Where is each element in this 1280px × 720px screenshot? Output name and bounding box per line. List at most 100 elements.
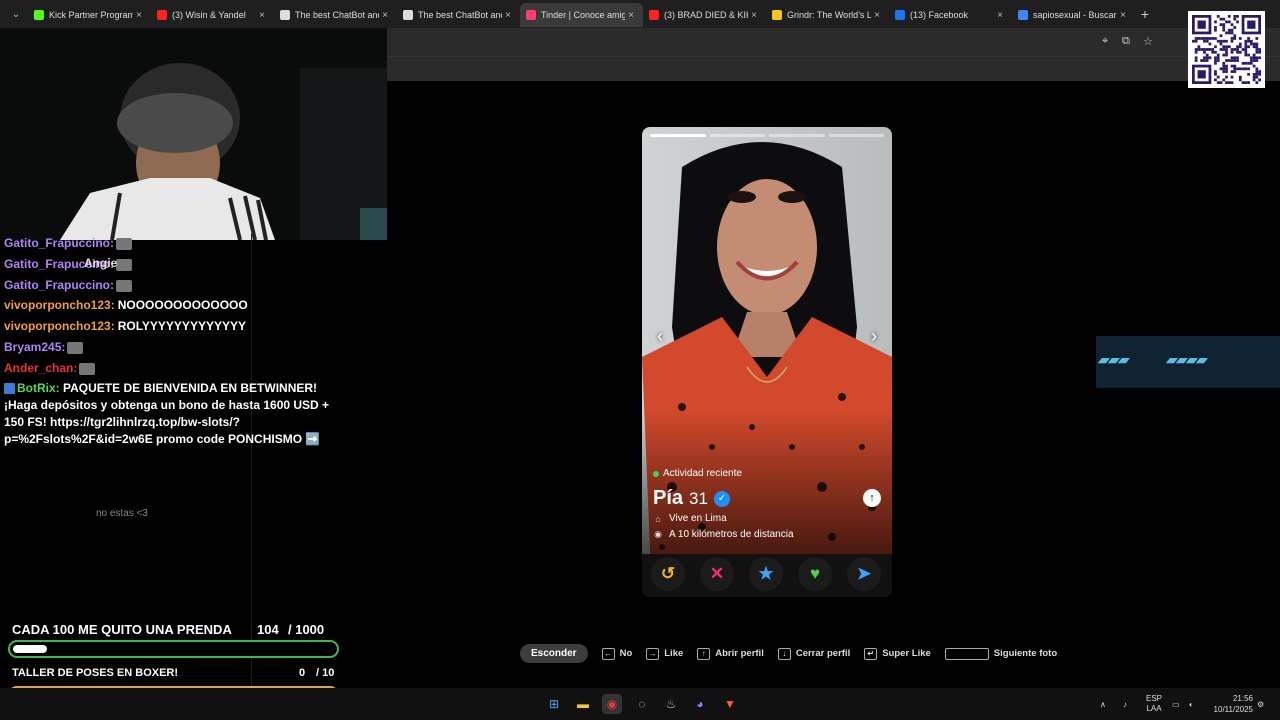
location-icon[interactable]: ⌖ xyxy=(1102,35,1108,48)
windows-start-icon[interactable]: ⊞ xyxy=(544,694,564,714)
chat-emote-icon xyxy=(116,258,133,271)
tab-close-icon[interactable]: × xyxy=(133,10,145,21)
shortcut-item: ↓ Cerrar perfil xyxy=(777,647,850,660)
rewind-icon: ↺ xyxy=(660,564,676,583)
like-button[interactable]: ♥ xyxy=(798,557,832,591)
goal-2-title: TALLER DE POSES EN BOXER! xyxy=(12,667,179,679)
prev-photo-button[interactable]: ‹ xyxy=(649,325,671,347)
notifications-icon[interactable]: ⚙ xyxy=(1257,688,1264,720)
rewind-button[interactable]: ↺ xyxy=(651,557,685,591)
tab-close-icon[interactable]: × xyxy=(994,10,1006,21)
browser-tab[interactable]: (13) Facebook × xyxy=(889,3,1012,27)
browser-tab[interactable]: The best ChatBot and × xyxy=(274,3,397,27)
chat-message: Bryam245: xyxy=(4,340,84,354)
tab-title: Grindr: The World's L xyxy=(787,10,871,20)
ad-banner-art-2: ▰▰▰▰ xyxy=(1166,352,1206,367)
tab-close-icon[interactable]: × xyxy=(379,10,391,21)
browser-tab[interactable]: (3) BRAD DIED & KIK × xyxy=(643,3,766,27)
chat-message: vivoporponcho123: ROLYYYYYYYYYYYYY xyxy=(4,319,246,333)
file-explorer-icon[interactable]: ▬ xyxy=(573,694,593,714)
browser-tab[interactable]: Grindr: The World's L × xyxy=(766,3,889,27)
chat-username[interactable]: Bryam245: xyxy=(4,340,65,354)
tab-title: The best ChatBot and xyxy=(418,10,502,20)
shortcut-list: ← No → Like ↑ Abrir perfil ↓ Cerrar perfil ↵ Supe… xyxy=(588,647,1057,660)
browser-tab[interactable]: The best ChatBot and × xyxy=(397,3,520,27)
tab-close-icon[interactable]: × xyxy=(748,10,760,21)
browser-toolbar: ⌖ ⧉ ☆ xyxy=(387,28,1280,56)
distance-row: ◉ A 10 kilómetros de distancia xyxy=(653,529,794,540)
bookmark-star-icon[interactable]: ☆ xyxy=(1143,35,1153,48)
chat-username[interactable]: Ander_chan: xyxy=(4,361,77,375)
chat-username[interactable]: vivoporponcho123: xyxy=(4,298,115,312)
lives-in-row: ⌂ Vive en Lima xyxy=(653,513,726,524)
bot-username: BotRix: xyxy=(17,381,60,395)
chat-emote-icon xyxy=(116,237,133,250)
profile-card[interactable]: ‹ › Actividad reciente Pía 31 ✓ ↑ ⌂ Vive… xyxy=(642,127,892,597)
tab-list: Kick Partner Program × (3) Wisin & Yandel ×… xyxy=(28,1,1135,27)
shortcut-item: ↵ Super Like xyxy=(864,647,931,660)
system-clock[interactable]: 21:56 10/11/2025 xyxy=(1214,693,1253,715)
microphone-icon[interactable]: ♪ xyxy=(1123,688,1127,720)
brave-icon[interactable]: ▼ xyxy=(720,694,740,714)
tab-close-icon[interactable]: × xyxy=(1117,10,1129,21)
shortcut-key: ↑ xyxy=(697,647,711,660)
browser-tab[interactable]: Tinder | Conoce amig × xyxy=(520,3,643,27)
photo-progress-segment xyxy=(828,134,884,137)
goal-1-progress-bar xyxy=(8,640,339,658)
photo-progress-segment xyxy=(769,134,825,137)
tab-favicon-icon xyxy=(280,10,290,20)
language-indicator[interactable]: ESP LAA xyxy=(1146,688,1162,720)
tab-search-button[interactable]: ⌄ xyxy=(4,3,28,25)
super-like-button[interactable]: ★ xyxy=(749,557,783,591)
tab-close-icon[interactable]: × xyxy=(256,10,268,21)
obs-icon[interactable]: ◌ xyxy=(632,694,652,714)
distance-text: A 10 kilómetros de distancia xyxy=(669,529,794,540)
boost-button[interactable]: ➤ xyxy=(847,557,881,591)
recent-activity: Actividad reciente xyxy=(653,468,742,479)
location-pin-icon: ◉ xyxy=(654,529,662,539)
tab-close-icon[interactable]: × xyxy=(625,10,637,21)
browser-tab[interactable]: sapiosexual - Buscar × xyxy=(1012,3,1135,27)
bot-badge-icon xyxy=(4,383,15,395)
chevron-down-icon: ⌄ xyxy=(11,8,21,20)
tab-favicon-icon xyxy=(526,10,536,20)
shortcut-label: No xyxy=(619,648,633,659)
profile-name-line: Pía 31 ✓ xyxy=(653,487,730,510)
tab-close-icon[interactable]: × xyxy=(502,10,514,21)
network-icon[interactable]: ▭ xyxy=(1172,688,1180,720)
close-icon: ✕ xyxy=(709,564,725,583)
next-photo-button[interactable]: › xyxy=(863,325,885,347)
profile-age: 31 xyxy=(689,489,708,508)
chat-username[interactable]: vivoporponcho123: xyxy=(4,319,115,333)
chat-text: NOOOOOOOOOOOOO xyxy=(117,298,248,312)
install-app-icon[interactable]: ⧉ xyxy=(1122,35,1130,48)
shortcut-item: Siguiente foto xyxy=(944,647,1057,660)
photo-progress-segment xyxy=(650,134,706,137)
online-dot-icon xyxy=(653,470,659,477)
nope-button[interactable]: ✕ xyxy=(700,557,734,591)
tab-favicon-icon xyxy=(34,10,44,20)
chat-emote-icon xyxy=(79,362,96,375)
browser-tab[interactable]: Kick Partner Program × xyxy=(28,3,151,27)
tab-title: Kick Partner Program xyxy=(49,10,133,20)
tab-title: (3) BRAD DIED & KIK xyxy=(664,10,748,20)
goal-1-title: CADA 100 ME QUITO UNA PRENDA xyxy=(12,622,232,637)
volume-icon[interactable]: ◖ xyxy=(1188,688,1193,720)
hide-shortcuts-button[interactable]: Esconder xyxy=(520,644,588,663)
discord-icon[interactable]: ◕ xyxy=(690,694,710,714)
chat-username[interactable]: Gatito_Frapuccino: xyxy=(4,278,114,292)
tray-overflow-icon[interactable]: ∧ xyxy=(1100,688,1106,720)
shortcut-label: Abrir perfil xyxy=(715,648,764,659)
ad-banner: ▰▰▰ ▰▰▰▰ xyxy=(1096,336,1280,388)
chat-ghost-text: no estas <3 xyxy=(96,508,148,519)
tab-close-icon[interactable]: × xyxy=(871,10,883,21)
windows-taskbar: ⊞ ▬ ◉ ◌ ♨ ◕ ▼ ∧ ♪ ESP LAA ▭ ◖ 21:56 10/1… xyxy=(0,688,1280,720)
goal-1-current: 104 xyxy=(257,622,279,637)
browser-tab-strip: ⌄ Kick Partner Program × (3) Wisin & Yande… xyxy=(0,0,1280,28)
new-tab-button[interactable]: + xyxy=(1135,6,1155,22)
browser-tab[interactable]: (3) Wisin & Yandel × xyxy=(151,3,274,27)
chat-username[interactable]: Gatito_Frapuccino: xyxy=(4,236,114,250)
open-profile-button[interactable]: ↑ xyxy=(863,489,881,507)
chrome-icon[interactable]: ◉ xyxy=(602,694,622,714)
steam-icon[interactable]: ♨ xyxy=(661,694,681,714)
